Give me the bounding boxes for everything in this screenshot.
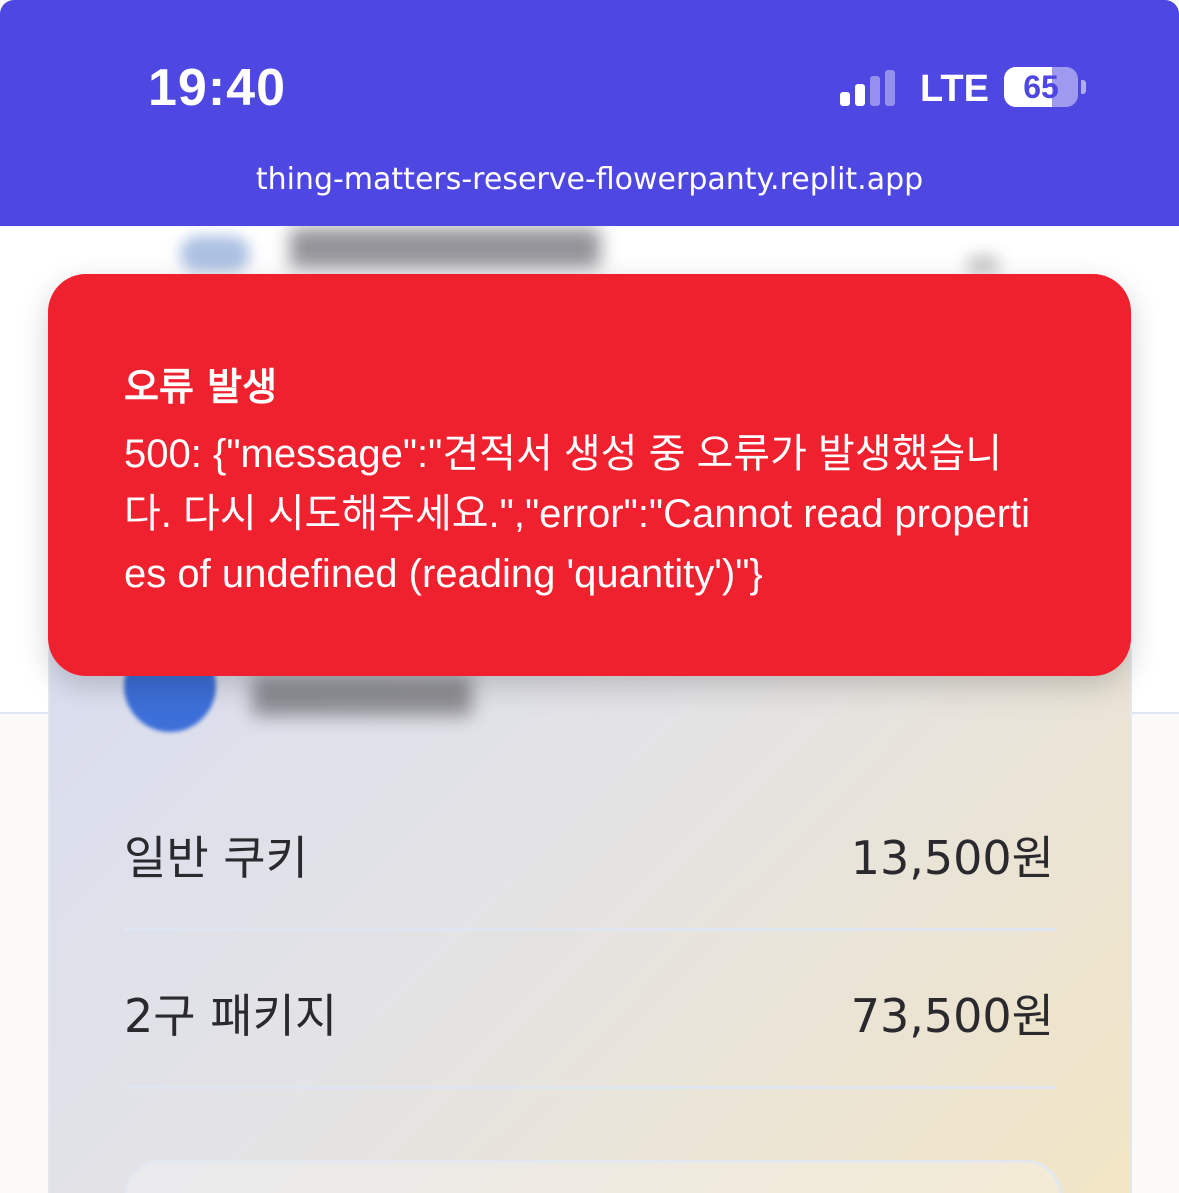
error-toast[interactable]: 오류 발생 500: {"message":"견적서 생성 중 오류가 발생했습… xyxy=(48,274,1131,676)
signal-bar xyxy=(870,76,880,106)
signal-bar xyxy=(855,84,865,106)
logo-icon xyxy=(180,236,250,272)
price-item-name: 2구 패키지 xyxy=(124,989,338,1043)
card-title-obscured xyxy=(252,676,472,716)
status-bar: 19:40 LTE 65 thing-matters-reserve-flowe… xyxy=(0,0,1179,226)
browser-url[interactable]: thing-matters-reserve-flowerpanty.replit… xyxy=(0,162,1179,197)
menu-icon[interactable] xyxy=(968,256,998,274)
status-time: 19:40 xyxy=(148,59,286,117)
price-item-price: 13,500원 xyxy=(850,831,1054,885)
toast-title: 오류 발생 xyxy=(124,365,278,409)
price-row: 2구 패키지 73,500원 xyxy=(124,928,1056,1089)
signal-bar xyxy=(840,92,850,106)
battery-level: 65 xyxy=(1023,69,1059,105)
signal-icon xyxy=(840,70,900,106)
phone-screen: 19:40 LTE 65 thing-matters-reserve-flowe… xyxy=(0,0,1179,1193)
battery-tip xyxy=(1081,80,1086,94)
page-title-obscured xyxy=(290,228,600,268)
price-item-price: 73,500원 xyxy=(850,989,1054,1043)
price-row: 일반 쿠키 13,500원 xyxy=(124,770,1056,931)
toast-message: 500: {"message":"견적서 생성 중 오류가 발생했습니다. 다시… xyxy=(124,432,1031,596)
battery-icon: 65 xyxy=(1004,67,1078,107)
signal-bar xyxy=(885,70,895,106)
network-type: LTE xyxy=(920,68,989,110)
card-inner-box xyxy=(124,1160,1062,1193)
price-item-name: 일반 쿠키 xyxy=(124,831,308,885)
